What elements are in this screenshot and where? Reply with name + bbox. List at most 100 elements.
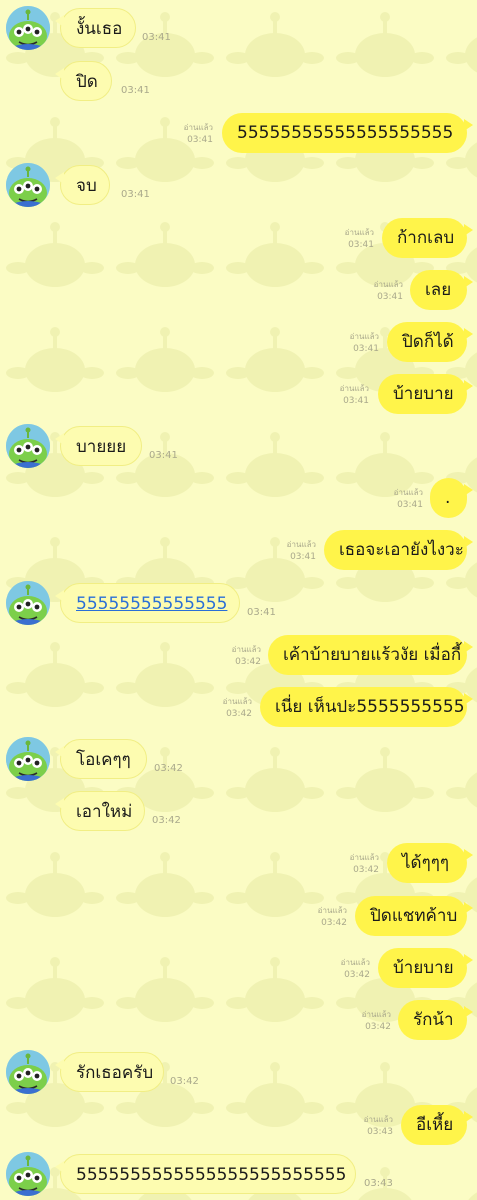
received-message-bubble[interactable]: เอาใหม่: [55, 791, 145, 831]
message-timestamp: 03:42: [321, 918, 347, 928]
message-timestamp: 03:41: [247, 607, 276, 618]
message-meta: อ่านแล้ว 03:42: [223, 696, 252, 720]
read-receipt: อ่านแล้ว: [222, 697, 252, 706]
alien-avatar-icon[interactable]: [6, 737, 50, 781]
sent-message-bubble[interactable]: .: [430, 478, 473, 518]
alien-avatar-icon[interactable]: [6, 6, 50, 50]
message-text: งั้นเธอ: [76, 19, 123, 39]
message-text: ปิดก็ได้: [402, 332, 454, 352]
message-text: ปิดแชทค้าบ: [370, 906, 458, 926]
read-receipt: อ่านแล้ว: [373, 280, 403, 289]
message-text: บายยย: [76, 437, 127, 457]
message-timestamp: 03:41: [348, 240, 374, 250]
read-receipt: อ่านแล้ว: [349, 853, 379, 862]
message-text: .: [445, 488, 451, 508]
message-meta: อ่านแล้ว 03:42: [341, 957, 370, 981]
sent-message-bubble[interactable]: บ้ายบาย: [378, 374, 473, 414]
message-text: 55555555555555555555: [237, 123, 454, 143]
message-timestamp: 03:42: [154, 763, 183, 774]
message-row: ปิดก็ได้ อ่านแล้ว 03:41: [0, 322, 477, 366]
message-meta: อ่านแล้ว 03:42: [232, 644, 261, 668]
sent-message-bubble[interactable]: รักน้า: [398, 1000, 473, 1040]
message-row: บายยย 03:41: [0, 424, 477, 470]
message-row: โอเคๆๆ 03:42: [0, 737, 477, 783]
read-receipt: อ่านแล้ว: [339, 384, 369, 393]
message-row: จบ 03:41: [0, 163, 477, 209]
message-timestamp: 03:41: [377, 292, 403, 302]
sent-message-bubble[interactable]: อีเหี้ย: [401, 1105, 473, 1145]
message-timestamp: 03:42: [353, 865, 379, 875]
message-timestamp: 03:42: [152, 815, 181, 826]
received-message-bubble[interactable]: บายยย: [55, 426, 142, 466]
read-receipt: อ่านแล้ว: [344, 228, 374, 237]
message-text: โอเคๆๆ: [76, 750, 131, 770]
sent-message-bubble[interactable]: เธอจะเอายังไงวะ: [324, 530, 473, 570]
read-receipt: อ่านแล้ว: [361, 1010, 391, 1019]
message-link[interactable]: 55555555555555: [76, 594, 227, 614]
message-timestamp: 03:41: [121, 189, 150, 200]
message-row: บ้ายบาย อ่านแล้ว 03:41: [0, 374, 477, 418]
message-text: เอาใหม่: [76, 802, 133, 822]
received-message-bubble[interactable]: งั้นเธอ: [55, 8, 136, 48]
message-timestamp: 03:41: [149, 450, 178, 461]
message-text: ก้ากเลบ: [397, 228, 455, 248]
message-meta: อ่านแล้ว 03:43: [364, 1114, 393, 1138]
sent-message-bubble[interactable]: เลย: [410, 270, 473, 310]
message-text: 5555555555555555555555555: [76, 1165, 347, 1185]
message-row: เค้าบ้ายบายแร้วงัย เมื่อกี้ อ่านแล้ว 03:42: [0, 635, 477, 679]
sent-message-bubble[interactable]: เนี่ย เห็นปะ5555555555: [260, 687, 473, 727]
message-timestamp: 03:43: [367, 1127, 393, 1137]
message-meta: อ่านแล้ว 03:42: [350, 852, 379, 876]
message-timestamp: 03:42: [226, 709, 252, 719]
received-message-bubble[interactable]: จบ: [55, 165, 110, 205]
message-timestamp: 03:41: [353, 344, 379, 354]
message-text: เธอจะเอายังไงวะ: [339, 540, 464, 560]
message-timestamp: 03:41: [187, 135, 213, 145]
sent-message-bubble[interactable]: 55555555555555555555: [222, 113, 473, 153]
message-text: รักน้า: [413, 1010, 454, 1030]
message-meta: อ่านแล้ว 03:41: [184, 122, 213, 146]
sent-message-bubble[interactable]: บ้ายบาย: [378, 948, 473, 988]
alien-avatar-icon[interactable]: [6, 163, 50, 207]
message-text: เค้าบ้ายบายแร้วงัย เมื่อกี้: [283, 645, 462, 665]
alien-avatar-icon[interactable]: [6, 1050, 50, 1094]
chat-message-list[interactable]: งั้นเธอ 03:41 ปิด 03:41 55555555555555555555…: [0, 0, 477, 1200]
read-receipt: อ่านแล้ว: [393, 488, 423, 497]
message-text: บ้ายบาย: [393, 384, 454, 404]
message-timestamp: 03:42: [170, 1076, 199, 1087]
message-timestamp: 03:41: [343, 396, 369, 406]
message-row: บ้ายบาย อ่านแล้ว 03:42: [0, 948, 477, 992]
read-receipt: อ่านแล้ว: [363, 1115, 393, 1124]
sent-message-bubble[interactable]: ปิดแชทค้าบ: [355, 896, 473, 936]
received-message-bubble[interactable]: โอเคๆๆ: [55, 739, 147, 779]
read-receipt: อ่านแล้ว: [286, 540, 316, 549]
message-text: บ้ายบาย: [393, 958, 454, 978]
message-text: รักเธอครับ: [76, 1063, 154, 1083]
message-row: เนี่ย เห็นปะ5555555555 อ่านแล้ว 03:42: [0, 687, 477, 731]
read-receipt: อ่านแล้ว: [231, 645, 261, 654]
alien-avatar-icon[interactable]: [6, 1152, 50, 1196]
message-row: 5555555555555555555555555 03:43: [0, 1152, 477, 1198]
received-message-bubble[interactable]: ปิด: [55, 61, 112, 101]
message-row: ก้ากเลบ อ่านแล้ว 03:41: [0, 218, 477, 262]
alien-avatar-icon[interactable]: [6, 581, 50, 625]
alien-avatar-icon[interactable]: [6, 424, 50, 468]
message-row: ปิด 03:41: [0, 61, 477, 105]
message-timestamp: 03:41: [121, 85, 150, 96]
message-meta: อ่านแล้ว 03:41: [394, 487, 423, 511]
message-row: เอาใหม่ 03:42: [0, 791, 477, 835]
read-receipt: อ่านแล้ว: [349, 332, 379, 341]
sent-message-bubble[interactable]: เค้าบ้ายบายแร้วงัย เมื่อกี้: [268, 635, 473, 675]
message-meta: อ่านแล้ว 03:41: [345, 227, 374, 251]
received-message-bubble[interactable]: 5555555555555555555555555: [55, 1154, 356, 1194]
message-timestamp: 03:42: [344, 970, 370, 980]
received-message-bubble[interactable]: 55555555555555: [55, 583, 240, 623]
message-timestamp: 03:41: [142, 32, 171, 43]
message-meta: อ่านแล้ว 03:41: [374, 279, 403, 303]
message-row: 55555555555555555555 อ่านแล้ว 03:41: [0, 113, 477, 157]
sent-message-bubble[interactable]: ปิดก็ได้: [387, 322, 473, 362]
sent-message-bubble[interactable]: ได้ๆๆๆ: [387, 843, 473, 883]
sent-message-bubble[interactable]: ก้ากเลบ: [382, 218, 473, 258]
received-message-bubble[interactable]: รักเธอครับ: [55, 1052, 164, 1092]
message-timestamp: 03:42: [235, 657, 261, 667]
